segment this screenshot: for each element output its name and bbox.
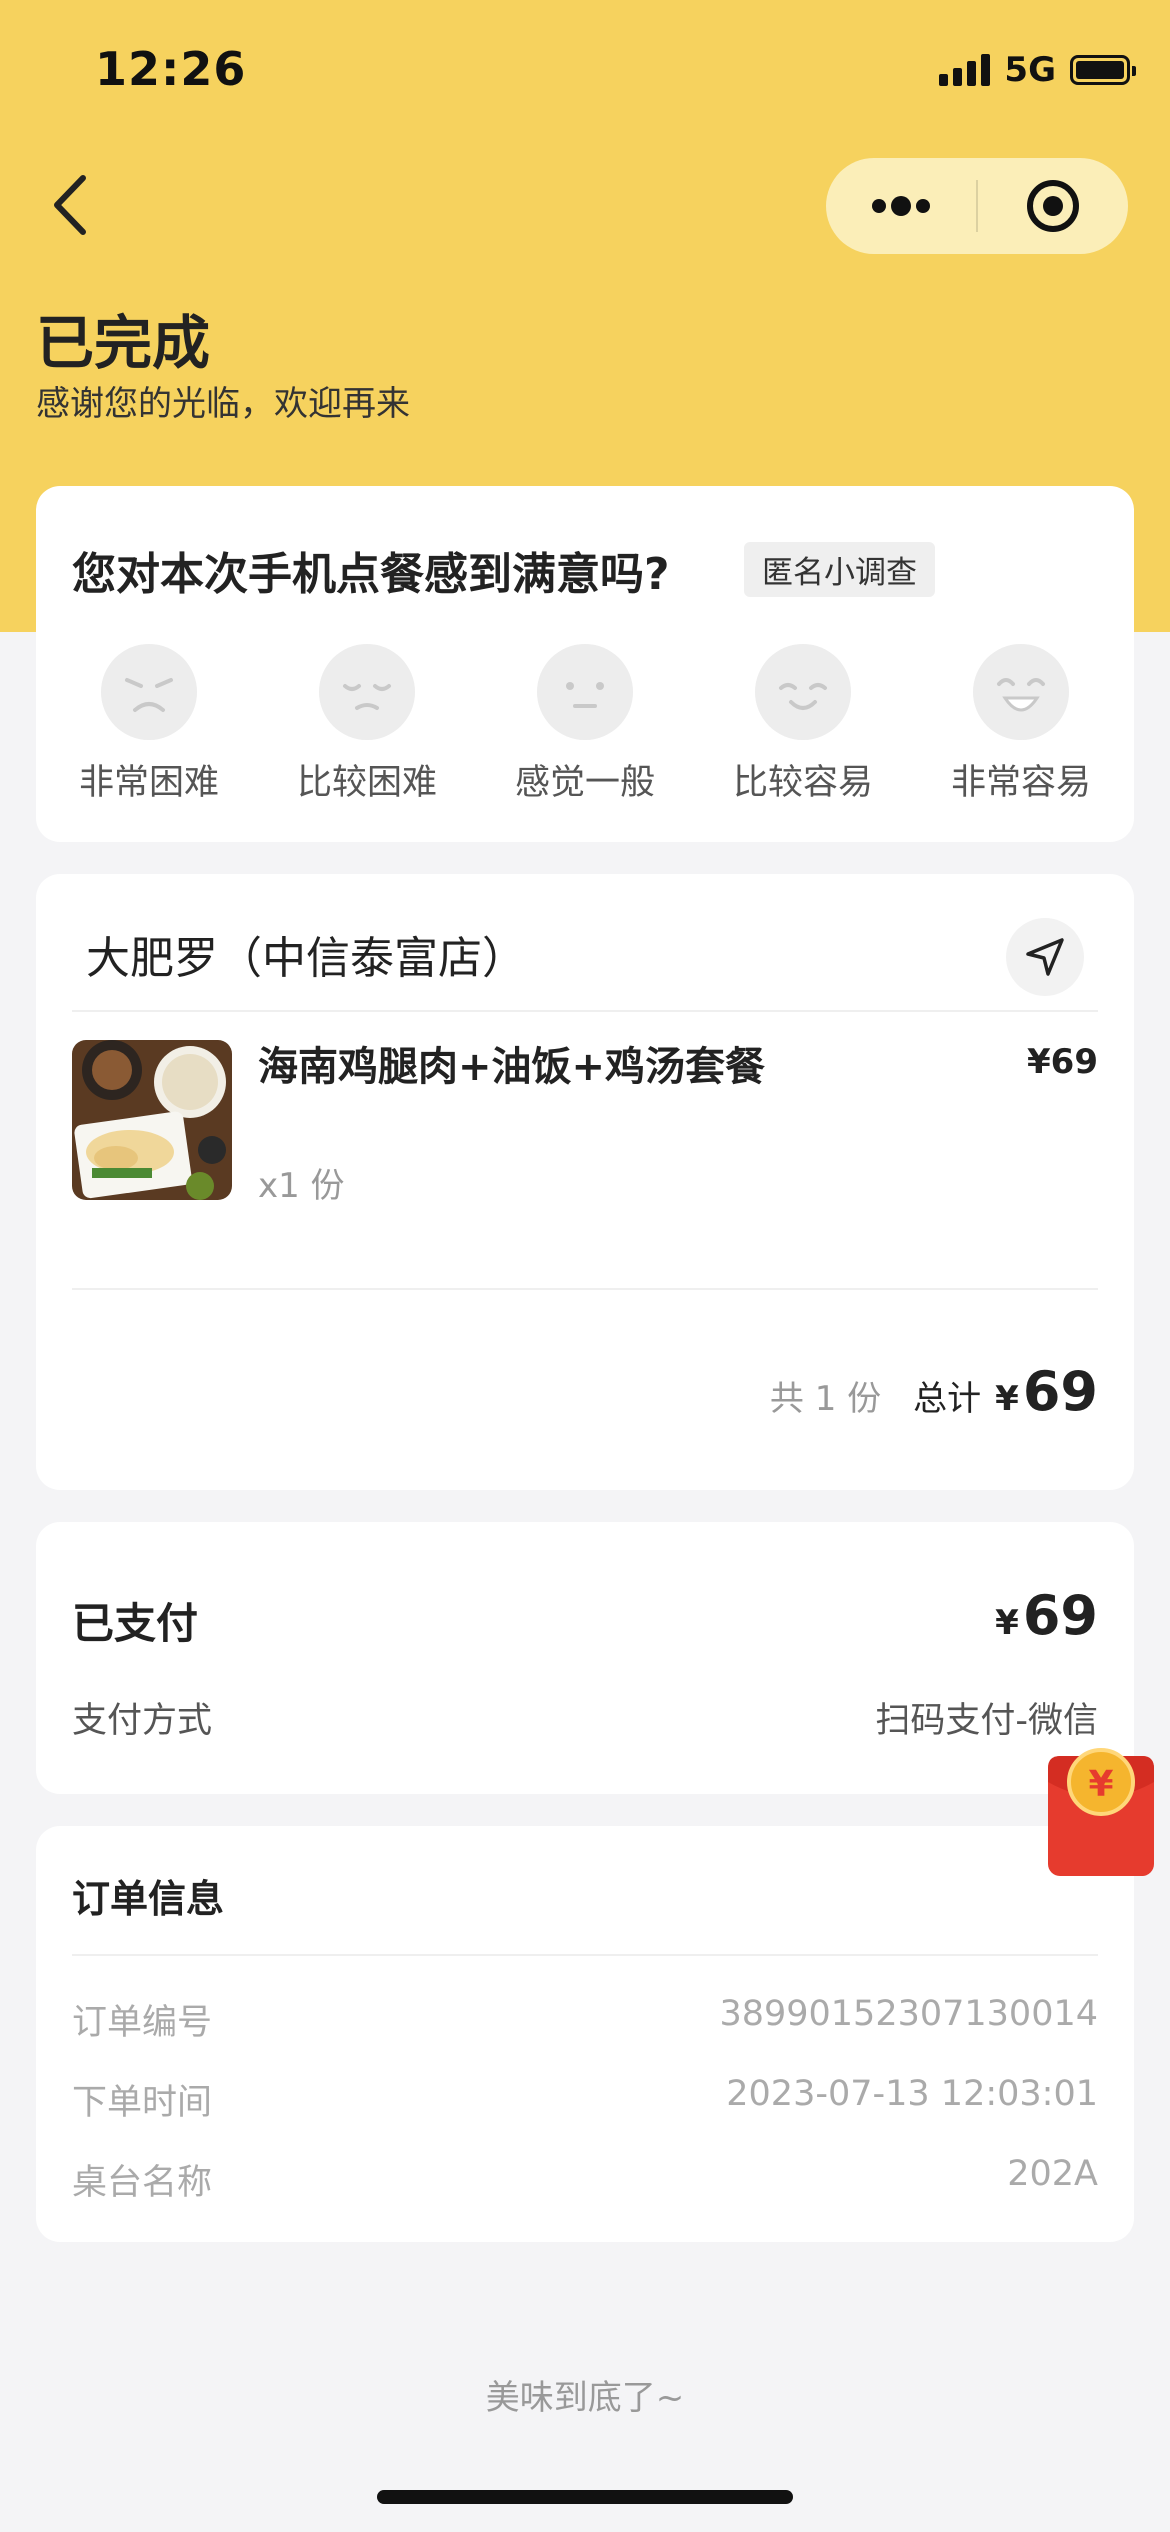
order-info-row: 下单时间 2023-07-13 12:03:01	[72, 2074, 1098, 2125]
total-amount: 69	[1022, 1360, 1098, 1423]
dish-name: 海南鸡腿肉+油饭+鸡汤套餐	[258, 1044, 766, 1090]
anonymous-survey-tag: 匿名小调查	[744, 542, 935, 597]
survey-options: 非常困难 比较困难 感觉一般 比较容易 非常容易	[36, 644, 1134, 805]
survey-card: 您对本次手机点餐感到满意吗? 匿名小调查 非常困难 比较困难 感觉一般 比较容易…	[36, 486, 1134, 842]
dish-quantity: x1 份	[258, 1166, 345, 1206]
mini-program-capsule	[826, 158, 1128, 254]
payment-method-label: 支付方式	[72, 1701, 213, 1741]
store-name[interactable]: 大肥罗（中信泰富店）	[86, 922, 526, 986]
currency-symbol: ¥	[995, 1603, 1019, 1643]
very-happy-face-icon	[973, 644, 1069, 740]
dish-image	[72, 1040, 232, 1200]
survey-option-label: 感觉一般	[514, 763, 655, 803]
svg-text:¥: ¥	[1088, 1764, 1113, 1805]
payment-card: 已支付 ¥ 69 支付方式 扫码支付-微信	[36, 1522, 1134, 1794]
total-label: 总计	[913, 1379, 982, 1419]
survey-option-very-easy[interactable]: 非常容易	[921, 644, 1121, 805]
target-icon	[1027, 180, 1079, 232]
home-indicator[interactable]	[377, 2490, 793, 2504]
end-of-page-text: 美味到底了~	[485, 2378, 685, 2418]
survey-option-neutral[interactable]: 感觉一般	[485, 644, 685, 805]
survey-option-easy[interactable]: 比较容易	[703, 644, 903, 805]
network-label: 5G	[1004, 50, 1056, 90]
order-info-title: 订单信息	[72, 1877, 225, 1921]
battery-icon	[1070, 55, 1136, 85]
status-indicators: 5G	[939, 50, 1136, 90]
paid-amount: ¥ 69	[995, 1584, 1098, 1647]
order-info-card: 订单信息 订单编号 38990152307130014 下单时间 2023-07…	[36, 1826, 1134, 2242]
paid-amount-value: 69	[1022, 1584, 1098, 1647]
page-subtitle: 感谢您的光临，欢迎再来	[36, 384, 410, 424]
order-card: 大肥罗（中信泰富店） 海南鸡腿肉+油饭+鸡汤套餐 ¥69 x1 份 共 1 份 …	[36, 874, 1134, 1490]
happy-face-icon	[755, 644, 851, 740]
very-sad-face-icon	[101, 644, 197, 740]
close-miniprogram-button[interactable]	[978, 158, 1128, 254]
red-envelope-icon: ¥	[1048, 1748, 1154, 1876]
divider	[72, 1288, 1098, 1290]
order-info-row: 订单编号 38990152307130014	[72, 1994, 1098, 2045]
payment-status: 已支付	[72, 1599, 199, 1648]
order-summary: 共 1 份 总计 ¥ 69	[770, 1360, 1098, 1423]
item-count: 共 1 份	[769, 1379, 882, 1419]
neutral-face-icon	[537, 644, 633, 740]
survey-option-label: 比较容易	[732, 763, 873, 803]
status-time: 12:26	[95, 42, 247, 96]
signal-icon	[939, 54, 991, 86]
divider	[72, 1954, 1098, 1956]
survey-option-label: 非常容易	[950, 763, 1091, 803]
chevron-left-icon	[54, 175, 86, 235]
more-dots-icon	[872, 196, 930, 216]
red-packet-button[interactable]: ¥	[1046, 1742, 1156, 1878]
currency-symbol: ¥	[995, 1379, 1019, 1419]
payment-method-value: 扫码支付-微信	[875, 1701, 1098, 1741]
survey-question: 您对本次手机点餐感到满意吗?	[72, 549, 670, 600]
navigate-button[interactable]	[1006, 918, 1084, 996]
divider	[72, 1010, 1098, 1012]
survey-option-label: 比较困难	[296, 763, 437, 803]
dish-price: ¥69	[1027, 1042, 1098, 1082]
order-info-value: 38990152307130014	[719, 1994, 1098, 2034]
order-info-label: 订单编号	[72, 2003, 213, 2043]
navigation-arrow-icon	[1026, 938, 1064, 976]
order-info-row: 桌台名称 202A	[72, 2154, 1098, 2205]
sad-face-icon	[319, 644, 415, 740]
order-info-value: 202A	[1007, 2154, 1098, 2194]
order-info-label: 下单时间	[72, 2083, 213, 2123]
survey-option-difficult[interactable]: 比较困难	[267, 644, 467, 805]
page-title: 已完成	[36, 309, 211, 377]
order-info-label: 桌台名称	[72, 2163, 213, 2203]
back-button[interactable]	[45, 170, 105, 240]
order-info-value: 2023-07-13 12:03:01	[726, 2074, 1098, 2114]
survey-option-label: 非常困难	[78, 763, 219, 803]
survey-option-very-difficult[interactable]: 非常困难	[49, 644, 249, 805]
more-button[interactable]	[826, 158, 976, 254]
